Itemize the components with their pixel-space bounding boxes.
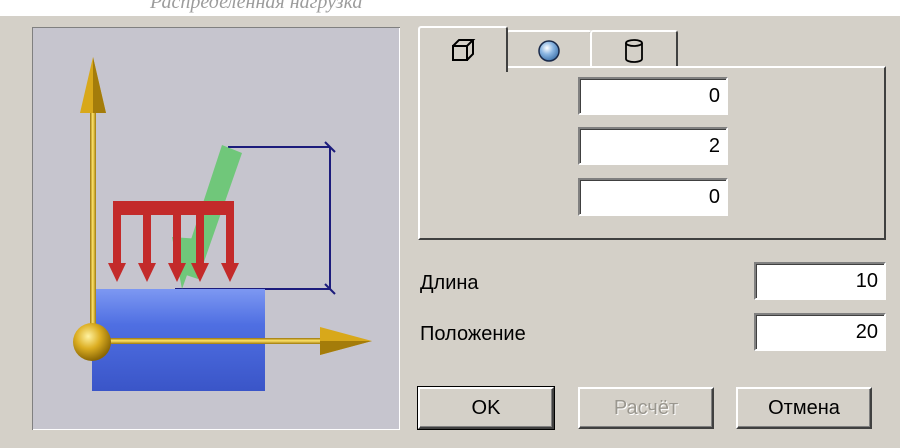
cancel-button[interactable]: Отмена [736,387,872,429]
tab-cube[interactable] [418,26,508,72]
ok-button[interactable]: OK [417,386,555,430]
load-dialog: 0 2 0 Длина 10 Положение 20 OK Расчёт От… [0,16,900,448]
coord-y-field[interactable]: 2 [578,127,728,165]
distributed-load [108,201,239,282]
coord-z-field[interactable]: 0 [578,178,728,216]
tab-cylinder[interactable] [590,30,678,70]
calculate-button[interactable]: Расчёт [578,387,714,429]
length-field[interactable]: 10 [754,262,886,300]
length-label: Длина [420,272,479,294]
position-label: Положение [420,323,526,345]
caption-text: Распределенная нагрузка [150,0,363,13]
coord-x-field[interactable]: 0 [578,77,728,115]
tab-sphere[interactable] [506,30,592,70]
sphere-icon [538,40,560,62]
cube-icon [452,39,476,61]
position-field[interactable]: 20 [754,313,886,351]
preview-panel [32,27,400,430]
cylinder-icon [625,39,643,63]
load-preview-illustration [73,57,372,391]
caption-strip: Распределенная нагрузка [0,0,900,16]
